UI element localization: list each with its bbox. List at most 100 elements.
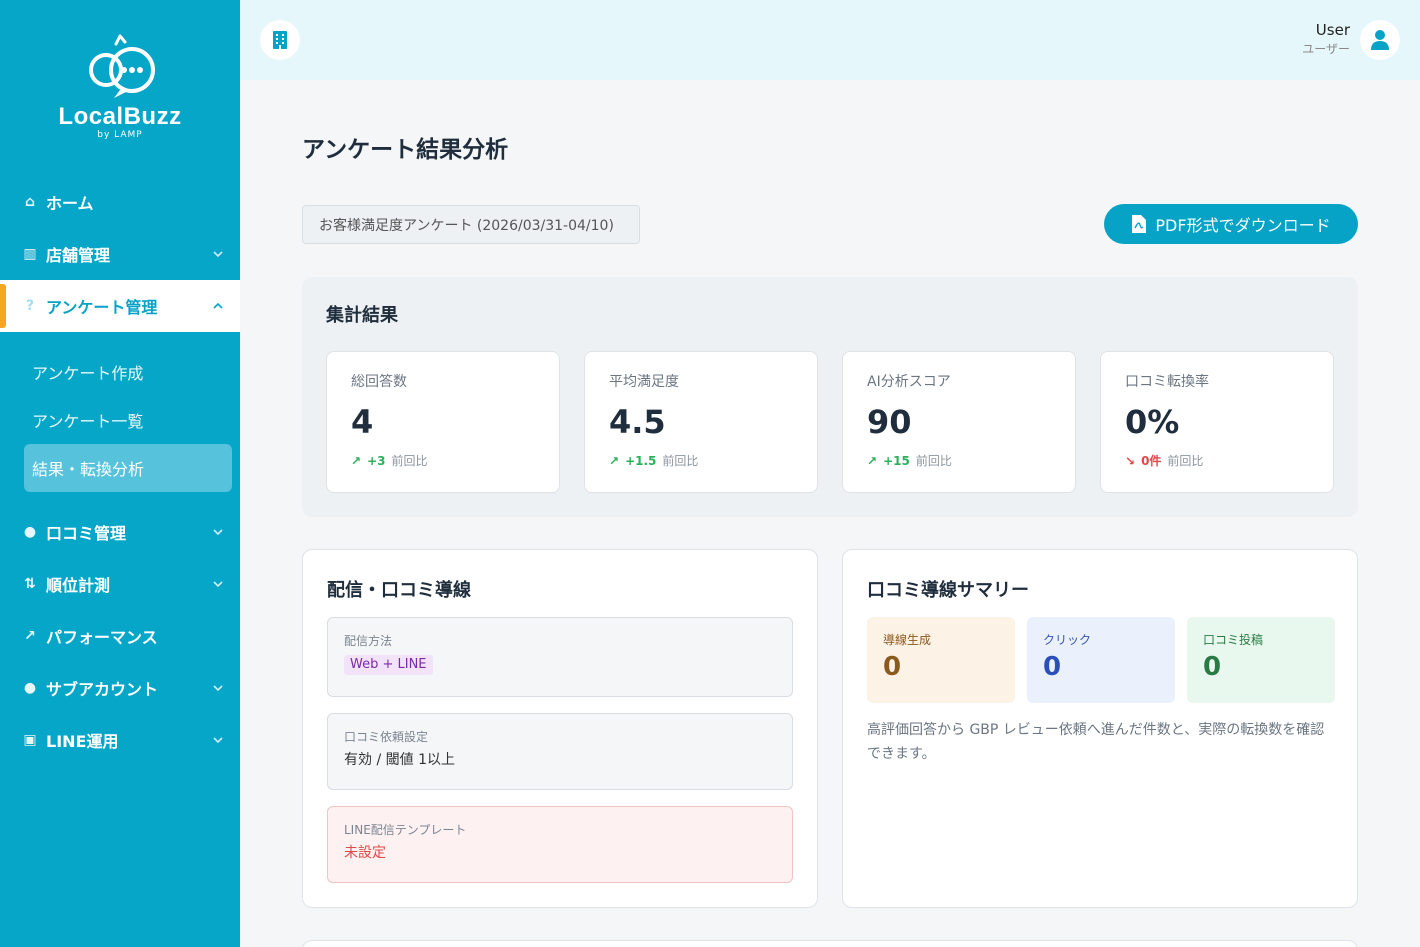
sidebar-item-label: LINE運用 — [46, 732, 119, 751]
sidebar-item-label: ホーム — [46, 194, 94, 213]
delivery-method-box: 配信方法 Web + LINE — [327, 617, 793, 697]
stat-suffix: 前回比 — [662, 454, 699, 468]
stat-suffix: 前回比 — [915, 454, 952, 468]
mini-label: 導線生成 — [883, 633, 932, 647]
chevron-down-icon — [213, 529, 223, 536]
stat-label: 口コミ転換率 — [1125, 374, 1209, 390]
building-icon: ▥ — [23, 246, 37, 262]
delivery-method-tag: Web + LINE — [344, 655, 433, 675]
stat-value: 4 — [351, 403, 374, 441]
delivery-method-label: 配信方法 — [344, 634, 393, 648]
summary-title: 集計結果 — [326, 305, 398, 326]
brand-sub: by LAMP — [97, 130, 143, 140]
delivery-title: 配信・口コミ導線 — [327, 580, 471, 601]
sidebar-nav: ⌂ ホーム ▥ 店舗管理 ? アンケート管理 アンケート作成 アンケート一覧 結… — [0, 176, 240, 766]
trend-up-icon: ↗ — [867, 453, 878, 468]
page-title: アンケート結果分析 — [302, 137, 509, 163]
pdf-download-label: PDF形式でダウンロード — [1155, 216, 1331, 235]
subnav-item-create[interactable]: アンケート作成 — [24, 348, 232, 396]
mini-stat-posts: 口コミ投稿 0 — [1187, 617, 1335, 703]
sidebar-item-label: パフォーマンス — [46, 628, 158, 647]
chevron-down-icon — [213, 685, 223, 692]
subnav-item-analysis[interactable]: 結果・転換分析 — [24, 444, 232, 492]
pdf-icon — [1132, 215, 1147, 233]
chevron-down-icon — [213, 581, 223, 588]
sidebar-item-label: サブアカウント — [46, 680, 159, 699]
delivery-card: 配信・口コミ導線 配信方法 Web + LINE 口コミ依頼設定 有効 / 閾値… — [302, 549, 818, 908]
next-section-card — [302, 940, 1358, 947]
chevron-down-icon — [213, 251, 223, 258]
review-summary-note: 高評価回答から GBP レビュー依頼へ進んだ件数と、実際の転換数を確認できます。 — [867, 722, 1325, 762]
pdf-download-button[interactable]: PDF形式でダウンロード — [1104, 204, 1358, 244]
stat-delta: +1.5 — [625, 453, 657, 468]
trend-up-icon: ↗ — [609, 453, 620, 468]
robot-icon: ▣ — [23, 732, 37, 748]
survey-subnav: アンケート作成 アンケート一覧 結果・転換分析 — [0, 332, 240, 506]
stat-card-total-responses: 総回答数 4 ↗ +3 前回比 — [326, 351, 560, 493]
line-template-value: 未設定 — [344, 845, 386, 861]
brand-logo[interactable]: LocalBuzz by LAMP — [0, 30, 240, 140]
sort-icon: ⇅ — [24, 576, 36, 592]
stat-card-ai-score: AI分析スコア 90 ↗ +15 前回比 — [842, 351, 1076, 493]
user-info[interactable]: User ユーザー — [1302, 20, 1350, 58]
review-request-label: 口コミ依頼設定 — [344, 730, 429, 744]
line-template-box: LINE配信テンプレート 未設定 — [327, 806, 793, 883]
sidebar-item-label: 順位計測 — [46, 576, 111, 595]
review-request-box: 口コミ依頼設定 有効 / 閾値 1以上 — [327, 713, 793, 790]
stat-suffix: 前回比 — [391, 454, 428, 468]
chart-icon: ↗ — [24, 628, 36, 644]
subnav-item-list[interactable]: アンケート一覧 — [24, 396, 232, 444]
sidebar-item-performance[interactable]: ↗ パフォーマンス — [0, 610, 240, 662]
stat-change: ↘ 0件 前回比 — [1125, 452, 1309, 469]
stat-card-avg-satisfaction: 平均満足度 4.5 ↗ +1.5 前回比 — [584, 351, 818, 493]
stat-card-conversion-rate: 口コミ転換率 0% ↘ 0件 前回比 — [1100, 351, 1334, 493]
avatar[interactable] — [1360, 20, 1400, 60]
sidebar: LocalBuzz by LAMP ⌂ ホーム ▥ 店舗管理 ? アンケート管理… — [0, 0, 240, 947]
question-icon: ? — [25, 298, 35, 314]
stat-delta: 0件 — [1141, 454, 1162, 468]
stat-delta: +15 — [883, 453, 910, 468]
line-template-label: LINE配信テンプレート — [344, 823, 467, 837]
mini-value: 0 — [1203, 652, 1222, 682]
stat-label: AI分析スコア — [867, 374, 951, 390]
sidebar-item-reviews[interactable]: ● 口コミ管理 — [0, 506, 240, 558]
brand-name: LocalBuzz — [58, 103, 182, 130]
summary-panel: 集計結果 総回答数 4 ↗ +3 前回比 平均満足度 4.5 ↗ +1.5 前回… — [302, 277, 1358, 517]
user-icon: ● — [23, 680, 37, 696]
review-summary-card: 口コミ導線サマリー 導線生成 0 クリック 0 口コミ投稿 0 高評価回答から … — [842, 549, 1358, 908]
stat-value: 0% — [1125, 403, 1180, 441]
review-summary-title: 口コミ導線サマリー — [867, 580, 1029, 601]
mini-label: クリック — [1043, 633, 1092, 647]
stat-value: 90 — [867, 403, 912, 441]
store-switch-button[interactable] — [260, 20, 300, 60]
mini-value: 0 — [1043, 652, 1062, 682]
trend-down-icon: ↘ — [1125, 453, 1136, 468]
chat-icon: ● — [23, 524, 37, 540]
sidebar-item-subaccount[interactable]: ● サブアカウント — [0, 662, 240, 714]
user-role: ユーザー — [1302, 42, 1350, 56]
trend-up-icon: ↗ — [351, 453, 362, 468]
chevron-down-icon — [213, 737, 223, 744]
stat-change: ↗ +15 前回比 — [867, 452, 1051, 469]
stat-delta: +3 — [367, 453, 386, 468]
home-icon: ⌂ — [24, 194, 36, 210]
sidebar-item-label: 店舗管理 — [46, 246, 111, 265]
sidebar-item-label: アンケート管理 — [46, 298, 158, 317]
user-name: User — [1315, 21, 1350, 39]
sidebar-item-ranking[interactable]: ⇅ 順位計測 — [0, 558, 240, 610]
survey-select[interactable]: お客様満足度アンケート (2026/03/31-04/10) — [302, 205, 640, 244]
mini-label: 口コミ投稿 — [1203, 633, 1264, 647]
mini-value: 0 — [883, 652, 902, 682]
stat-change: ↗ +3 前回比 — [351, 452, 535, 469]
sidebar-item-line[interactable]: ▣ LINE運用 — [0, 714, 240, 766]
sidebar-item-home[interactable]: ⌂ ホーム — [0, 176, 240, 228]
sidebar-item-survey[interactable]: ? アンケート管理 — [0, 280, 240, 332]
sidebar-item-stores[interactable]: ▥ 店舗管理 — [0, 228, 240, 280]
stat-value: 4.5 — [609, 403, 666, 441]
mini-stat-generated: 導線生成 0 — [867, 617, 1015, 703]
stat-suffix: 前回比 — [1167, 454, 1204, 468]
stat-change: ↗ +1.5 前回比 — [609, 452, 793, 469]
stat-label: 総回答数 — [351, 374, 407, 390]
review-request-value: 有効 / 閾値 1以上 — [344, 752, 455, 768]
building-icon — [273, 31, 287, 49]
